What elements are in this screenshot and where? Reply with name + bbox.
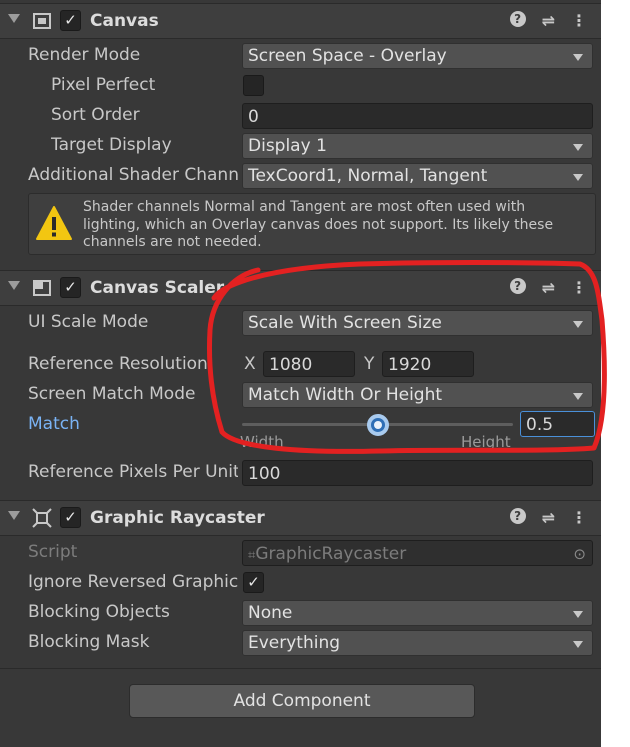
red-annotation-scribble: [207, 260, 607, 454]
